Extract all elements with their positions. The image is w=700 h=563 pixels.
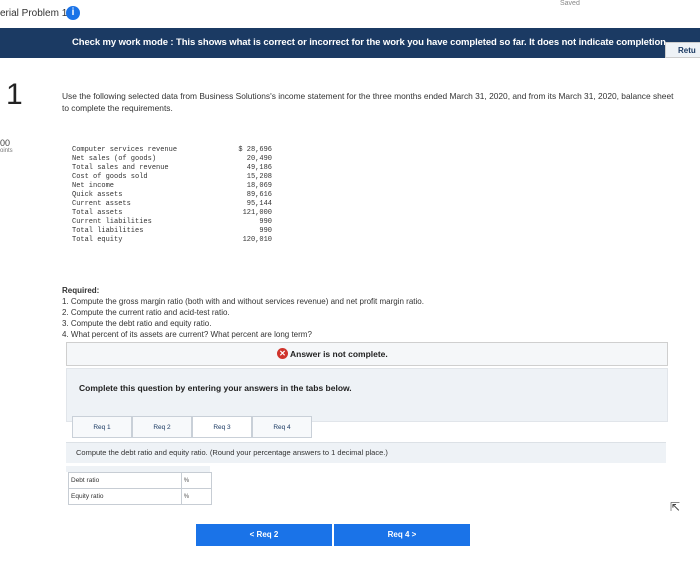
return-button[interactable]: Retu: [665, 42, 700, 58]
debt-ratio-input[interactable]: %: [180, 472, 213, 489]
requirement-item: 1. Compute the gross margin ratio (both …: [62, 297, 424, 306]
answer-status-bar: ✕ Answer is not complete.: [66, 342, 668, 366]
data-row: Total sales and revenue 49,186: [72, 164, 272, 172]
instructions-text: Complete this question by entering your …: [79, 383, 352, 393]
financial-data-table: Computer services revenue $ 28,696 Net sa…: [72, 146, 272, 245]
requirement-item: 3. Compute the debt ratio and equity rat…: [62, 319, 212, 328]
tab-req-1[interactable]: Req 1: [72, 416, 132, 438]
x-icon: ✕: [277, 348, 288, 359]
data-row: Total assets 121,000: [72, 209, 272, 217]
equity-ratio-input[interactable]: %: [180, 488, 213, 505]
debt-ratio-label: Debt ratio: [68, 472, 182, 489]
prev-req-button[interactable]: < Req 2: [196, 524, 332, 546]
data-row: Total equity 120,010: [72, 236, 272, 244]
answer-status-text: Answer is not complete.: [290, 349, 388, 359]
requirements-list: Required: 1. Compute the gross margin ra…: [62, 285, 424, 340]
prev-req-label: Req 2: [256, 530, 279, 539]
data-row: Computer services revenue $ 28,696: [72, 146, 272, 154]
data-row: Net sales (of goods) 20,490: [72, 155, 272, 163]
requirement-item: 4. What percent of its assets are curren…: [62, 330, 312, 339]
next-req-button[interactable]: Req 4 >: [334, 524, 470, 546]
compute-instructions: Compute the debt ratio and equity ratio.…: [66, 442, 666, 463]
data-row: Quick assets 89,616: [72, 191, 272, 199]
table-row: Equity ratio %: [68, 488, 213, 505]
table-row: Debt ratio %: [68, 472, 213, 489]
check-mode-banner: Check my work mode : This shows what is …: [0, 28, 700, 58]
instructions-panel: Complete this question by entering your …: [66, 368, 668, 422]
data-row: Current liabilities 990: [72, 218, 272, 226]
chevron-left-icon: <: [249, 530, 255, 539]
page-title: erial Problem 13: [0, 8, 73, 19]
data-row: Net income 18,069: [72, 182, 272, 190]
requirement-item: 2. Compute the current ratio and acid-te…: [62, 308, 230, 317]
cursor-icon: ⇱: [670, 500, 681, 514]
answer-table: Debt ratio % Equity ratio %: [68, 472, 213, 505]
question-prompt: Use the following selected data from Bus…: [62, 91, 674, 113]
points-box: 00 oints: [0, 138, 13, 154]
points-value: 00: [0, 138, 11, 148]
points-label: oints: [0, 148, 13, 154]
question-number: 1: [6, 78, 23, 111]
check-mode-text: Check my work mode : This shows what is …: [72, 37, 669, 48]
data-row: Current assets 95,144: [72, 200, 272, 208]
tab-req-3[interactable]: Req 3: [192, 416, 252, 438]
chevron-right-icon: >: [411, 530, 417, 539]
info-icon[interactable]: i: [66, 6, 80, 20]
tab-req-2[interactable]: Req 2: [132, 416, 192, 438]
next-req-label: Req 4: [387, 530, 410, 539]
top-bar: erial Problem 13 i Saved: [0, 0, 700, 29]
requirements-heading: Required:: [62, 286, 100, 295]
tab-req-4[interactable]: Req 4: [252, 416, 312, 438]
data-row: Cost of goods sold 15,208: [72, 173, 272, 181]
compute-text: Compute the debt ratio and equity ratio.…: [76, 448, 388, 457]
equity-ratio-label: Equity ratio: [68, 488, 182, 505]
saved-status: Saved: [560, 0, 580, 7]
data-row: Total liabilities 990: [72, 227, 272, 235]
